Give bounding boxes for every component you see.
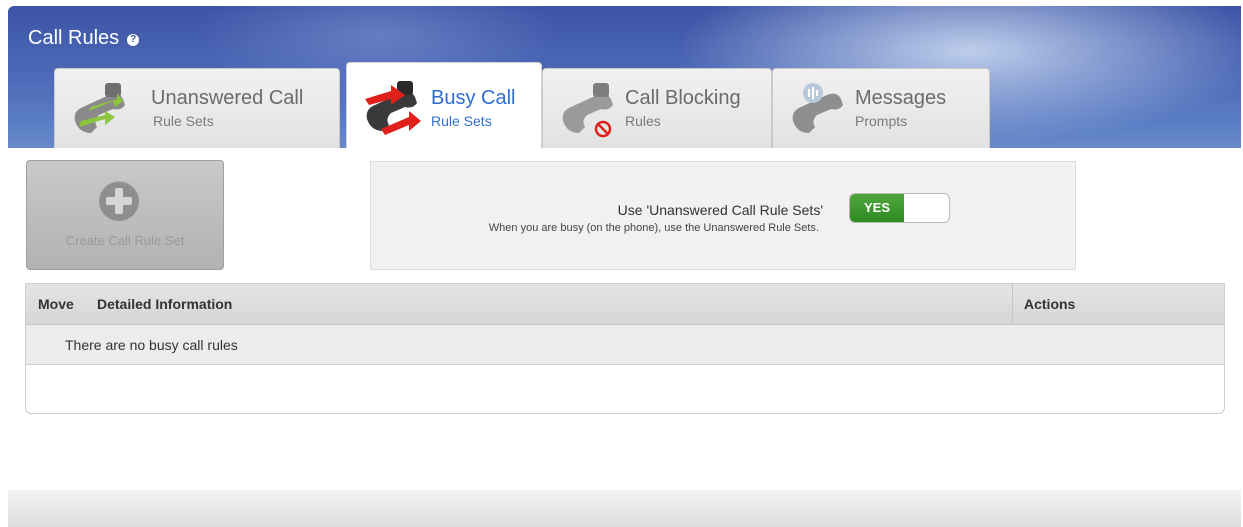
toggle-yes-label: YES (850, 194, 904, 222)
column-move: Move (38, 296, 74, 312)
column-detailed-information: Detailed Information (97, 296, 233, 312)
phone-busy-icon (365, 81, 421, 135)
tab-sublabel: Rule Sets (431, 113, 492, 129)
plus-icon (99, 181, 139, 221)
empty-message: There are no busy call rules (65, 337, 238, 353)
phone-block-icon (562, 83, 613, 138)
option-description: When you are busy (on the phone), use th… (488, 222, 819, 234)
tab-sublabel: Prompts (855, 113, 908, 129)
bottom-strip (8, 490, 1241, 527)
use-unanswered-option: Use 'Unanswered Call Rule Sets' When you… (370, 161, 1076, 270)
create-call-rule-set-button[interactable]: Create Call Rule Set (26, 160, 224, 270)
tab-label: Busy Call (431, 87, 516, 109)
use-unanswered-toggle[interactable]: YES (849, 193, 950, 223)
tab-messages[interactable]: Messages Prompts (772, 68, 990, 148)
page-title-bar: Call Rules ? (28, 27, 140, 50)
tab-label: Call Blocking (625, 87, 741, 109)
tab-unanswered-call[interactable]: Unanswered Call Rule Sets (54, 68, 340, 148)
tab-sublabel: Rules (625, 113, 661, 129)
column-divider (1012, 284, 1013, 324)
table-row: There are no busy call rules (26, 325, 1224, 365)
phone-message-icon (792, 83, 843, 133)
tab-label: Unanswered Call (151, 87, 304, 109)
option-title: Use 'Unanswered Call Rule Sets' (617, 202, 823, 218)
tab-sublabel: Rule Sets (153, 113, 214, 129)
column-actions: Actions (1024, 296, 1076, 312)
phone-forward-icon (74, 83, 125, 133)
page-title: Call Rules (28, 27, 120, 49)
busy-call-rules-table: Move Detailed Information Actions There … (25, 283, 1225, 414)
create-button-label: Create Call Rule Set (65, 233, 185, 248)
tab-busy-call[interactable]: Busy Call Rule Sets (346, 62, 542, 149)
help-icon[interactable]: ? (127, 34, 140, 46)
tab-label: Messages (855, 87, 947, 109)
table-header: Move Detailed Information Actions (26, 284, 1224, 325)
tab-call-blocking[interactable]: Call Blocking Rules (542, 68, 772, 148)
